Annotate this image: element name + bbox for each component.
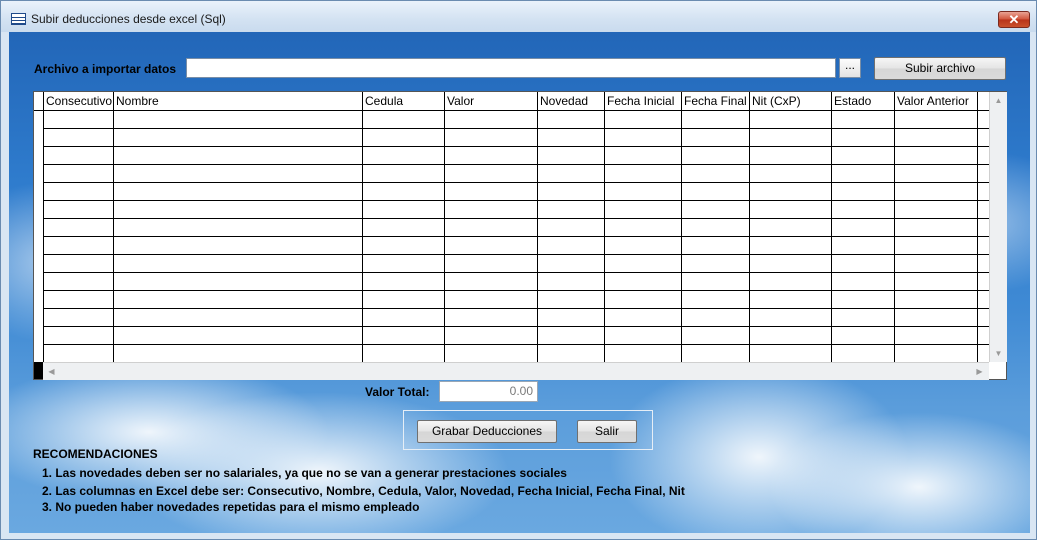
row-selector-corner (34, 362, 43, 379)
column-header[interactable]: Fecha Final (682, 92, 750, 110)
total-label: Valor Total: (365, 385, 430, 399)
table-icon (11, 13, 26, 25)
dialog-window: Subir deducciones desde excel (Sql) ✕ Ar… (0, 0, 1037, 540)
column-header[interactable]: Consecutivo (44, 92, 114, 110)
column-header[interactable]: Estado (832, 92, 895, 110)
save-deductions-button[interactable]: Grabar Deducciones (417, 420, 557, 443)
grid-row-line (43, 254, 989, 255)
browse-button[interactable]: ... (839, 58, 861, 78)
grid-row-line (43, 326, 989, 327)
grid-row-line (43, 236, 989, 237)
grid-row-line (43, 308, 989, 309)
recommendation-item: 1. Las novedades deben ser no salariales… (42, 466, 567, 480)
grid-row-line (43, 344, 989, 345)
file-label: Archivo a importar datos (34, 62, 177, 76)
horizontal-scrollbar[interactable]: ◀ ▶ (43, 362, 989, 380)
file-path-field[interactable] (186, 58, 836, 78)
upload-file-button[interactable]: Subir archivo (874, 57, 1006, 80)
scroll-down-icon[interactable]: ▼ (991, 346, 1006, 361)
grid-row-line (43, 164, 989, 165)
grid-row-line (43, 200, 989, 201)
close-button[interactable]: ✕ (998, 11, 1030, 28)
total-value-field: 0.00 (439, 381, 538, 402)
window-title: Subir deducciones desde excel (Sql) (31, 12, 226, 26)
column-header[interactable]: Cedula (363, 92, 445, 110)
grid-row-line (43, 182, 989, 183)
column-header[interactable]: Valor (445, 92, 538, 110)
deductions-grid[interactable]: Consecutivo Nombre Cedula Valor Novedad … (33, 91, 1007, 380)
scroll-left-icon[interactable]: ◀ (44, 364, 59, 379)
scroll-right-icon[interactable]: ▶ (972, 364, 987, 379)
vertical-scrollbar[interactable]: ▲ ▼ (989, 92, 1007, 362)
title-bar: Subir deducciones desde excel (Sql) ✕ (1, 1, 1036, 32)
grid-row-line (43, 146, 989, 147)
recommendations-heading: RECOMENDACIONES (33, 447, 158, 461)
exit-button[interactable]: Salir (577, 420, 637, 443)
column-header[interactable]: Valor Anterior (895, 92, 978, 110)
column-header[interactable]: Nombre (114, 92, 363, 110)
column-header[interactable]: Nit (CxP) (750, 92, 832, 110)
form-body: Archivo a importar datos ... Subir archi… (9, 32, 1030, 533)
grid-row-line (43, 272, 989, 273)
grid-header: Consecutivo Nombre Cedula Valor Novedad … (34, 92, 990, 111)
column-header[interactable]: Fecha Inicial (605, 92, 682, 110)
recommendation-item: 2. Las columnas en Excel debe ser: Conse… (42, 484, 685, 498)
scroll-up-icon[interactable]: ▲ (991, 93, 1006, 108)
grid-row-line (43, 290, 989, 291)
column-header[interactable]: Novedad (538, 92, 605, 110)
grid-row-line (43, 128, 989, 129)
grid-row-line (43, 218, 989, 219)
recommendation-item: 3. No pueden haber novedades repetidas p… (42, 500, 420, 514)
